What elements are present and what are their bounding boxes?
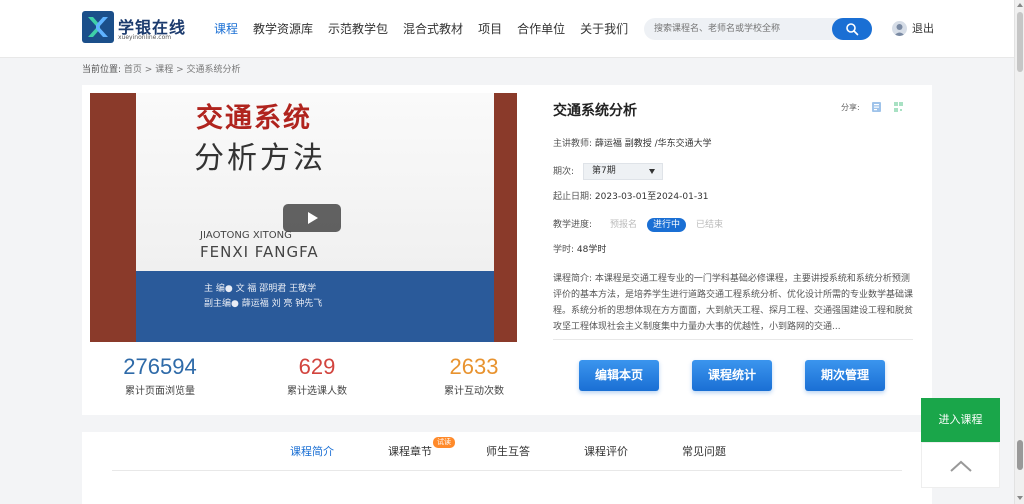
tab-intro[interactable]: 课程简介	[290, 444, 334, 460]
teacher-label: 主讲教师:	[553, 139, 593, 149]
course-title: 交通系统分析	[553, 103, 637, 119]
share-label: 分享:	[841, 103, 860, 112]
user-avatar[interactable]	[892, 21, 907, 36]
logo-domain: xueyinonline.com	[118, 34, 172, 41]
nav-blended-textbook[interactable]: 混合式教材	[403, 20, 463, 38]
term-select-value: 第7期	[592, 166, 616, 176]
intro-divider	[553, 339, 913, 340]
intro-text: 本课程是交通工程专业的一门学科基础必修课程，主要讲授系统和系统分析预测评价的基本…	[553, 274, 913, 332]
course-video-player[interactable]: 交通系统 分析方法 JIAOTONG XITONG FENXI FANGFA 主…	[90, 93, 517, 342]
stat-value: 629	[298, 354, 336, 379]
tab-chapters[interactable]: 课程章节	[388, 444, 432, 460]
tab-qa[interactable]: 师生互答	[486, 444, 530, 460]
deadline-value: 2023-03-01至2024-01-31	[594, 192, 709, 202]
stat-value: 2633	[449, 354, 499, 379]
deadline-label: 起止日期:	[553, 192, 593, 202]
breadcrumb-home[interactable]: 首页	[124, 65, 142, 75]
scroll-thumb-secondary[interactable]	[1017, 440, 1023, 470]
tab-faq[interactable]: 常见问题	[682, 444, 726, 460]
share-qr-icon[interactable]	[893, 101, 904, 113]
nav-resource-library[interactable]: 教学资源库	[253, 20, 313, 38]
breadcrumb: 当前位置: 首页 > 课程 > 交通系统分析	[82, 64, 241, 76]
book-pinyin-line1: JIAOTONG XITONG	[200, 230, 292, 241]
logout-link[interactable]: 退出	[912, 21, 934, 36]
site-logo[interactable]: 学银在线 xueyinonline.com	[82, 11, 185, 45]
search-icon	[846, 23, 859, 36]
deadline-line: 起止日期: 2023-03-01至2024-01-31	[553, 190, 709, 204]
stat-enrolled: 629 累计选课人数	[247, 353, 387, 399]
scroll-up-arrow-icon[interactable]	[1017, 3, 1023, 7]
breadcrumb-current[interactable]: 交通系统分析	[186, 65, 240, 75]
chevron-up-icon	[950, 460, 972, 472]
progress-label: 教学进度:	[553, 220, 593, 230]
teacher-value: 薛运福 副教授 /华东交通大学	[594, 139, 712, 149]
stat-interactions: 2633 累计互动次数	[404, 353, 544, 399]
page-scrollbar[interactable]	[1014, 0, 1024, 504]
search-input[interactable]	[654, 18, 819, 40]
progress-pre-enroll: 预报名	[610, 220, 638, 230]
tabs-divider	[112, 470, 902, 471]
play-button[interactable]	[283, 204, 341, 232]
course-info-panel: 交通系统分析 分享: 主讲教师: 薛运福 副教授 /华东交通大学 期次: 第7期…	[553, 85, 913, 415]
stat-label: 累计页面浏览量	[125, 386, 195, 397]
top-header: 学银在线 xueyinonline.com 课程 教学资源库 示范教学包 混合式…	[0, 0, 1014, 58]
course-stats: 276594 累计页面浏览量 629 累计选课人数 2633 累计互动次数	[90, 353, 517, 403]
book-associate-editors: 副主编● 薛运福 刘 亮 钟先飞	[204, 299, 323, 309]
play-icon	[308, 212, 318, 224]
stat-label: 累计选课人数	[287, 386, 347, 397]
book-editors: 主 编● 文 福 邵明君 王敬学	[204, 284, 317, 294]
search-button[interactable]	[832, 18, 872, 40]
scroll-down-arrow-icon[interactable]	[1017, 496, 1023, 500]
course-intro: 课程简介: 本课程是交通工程专业的一门学科基础必修课程，主要讲授系统和系统分析预…	[553, 271, 913, 335]
nav-courses[interactable]: 课程	[214, 20, 238, 38]
intro-label: 课程简介:	[553, 274, 593, 284]
book-title-line1: 交通系统	[196, 103, 312, 134]
main-nav: 课程 教学资源库 示范教学包 混合式教材 项目 合作单位 关于我们	[214, 20, 643, 38]
logo-mark-icon	[82, 11, 114, 43]
book-pinyin-line2: FENXI FANGFA	[200, 243, 319, 261]
course-stats-button[interactable]: 课程统计	[692, 360, 772, 391]
nav-demo-package[interactable]: 示范教学包	[328, 20, 388, 38]
course-tabs: 课程简介 课程章节 试读 师生互答 课程评价 常见问题	[82, 432, 932, 504]
tab-reviews[interactable]: 课程评价	[584, 444, 628, 460]
search-bar	[644, 18, 872, 40]
share-weibo-icon[interactable]	[871, 101, 882, 113]
edit-page-button[interactable]: 编辑本页	[579, 360, 659, 391]
nav-partners[interactable]: 合作单位	[517, 20, 565, 38]
breadcrumb-courses[interactable]: 课程	[155, 65, 173, 75]
breadcrumb-sep: >	[141, 65, 156, 75]
term-label: 期次:	[553, 167, 575, 177]
stat-value: 276594	[123, 354, 197, 379]
term-select[interactable]: 第7期	[583, 163, 663, 180]
avatar-icon	[894, 24, 905, 36]
hours-value: 48学时	[576, 245, 607, 255]
progress-in-progress: 进行中	[647, 218, 687, 232]
trial-badge: 试读	[433, 437, 455, 448]
course-main-card: 交通系统 分析方法 JIAOTONG XITONG FENXI FANGFA 主…	[82, 85, 932, 415]
term-manage-button[interactable]: 期次管理	[805, 360, 885, 391]
stat-label: 累计互动次数	[444, 386, 504, 397]
chevron-down-icon	[649, 169, 655, 174]
stat-page-views: 276594 累计页面浏览量	[90, 353, 230, 399]
book-title-line2: 分析方法	[194, 141, 326, 176]
hours-line: 学时: 48学时	[553, 243, 606, 257]
breadcrumb-label: 当前位置:	[82, 65, 122, 75]
hours-label: 学时:	[553, 245, 575, 255]
scroll-thumb[interactable]	[1017, 12, 1023, 72]
teacher-line: 主讲教师: 薛运福 副教授 /华东交通大学	[553, 137, 712, 151]
nav-about[interactable]: 关于我们	[580, 20, 628, 38]
progress-ended: 已结束	[696, 220, 724, 230]
breadcrumb-sep: >	[173, 65, 187, 75]
back-to-top-button[interactable]	[921, 442, 1000, 488]
nav-projects[interactable]: 项目	[478, 20, 502, 38]
enter-course-button[interactable]: 进入课程	[921, 398, 1000, 442]
